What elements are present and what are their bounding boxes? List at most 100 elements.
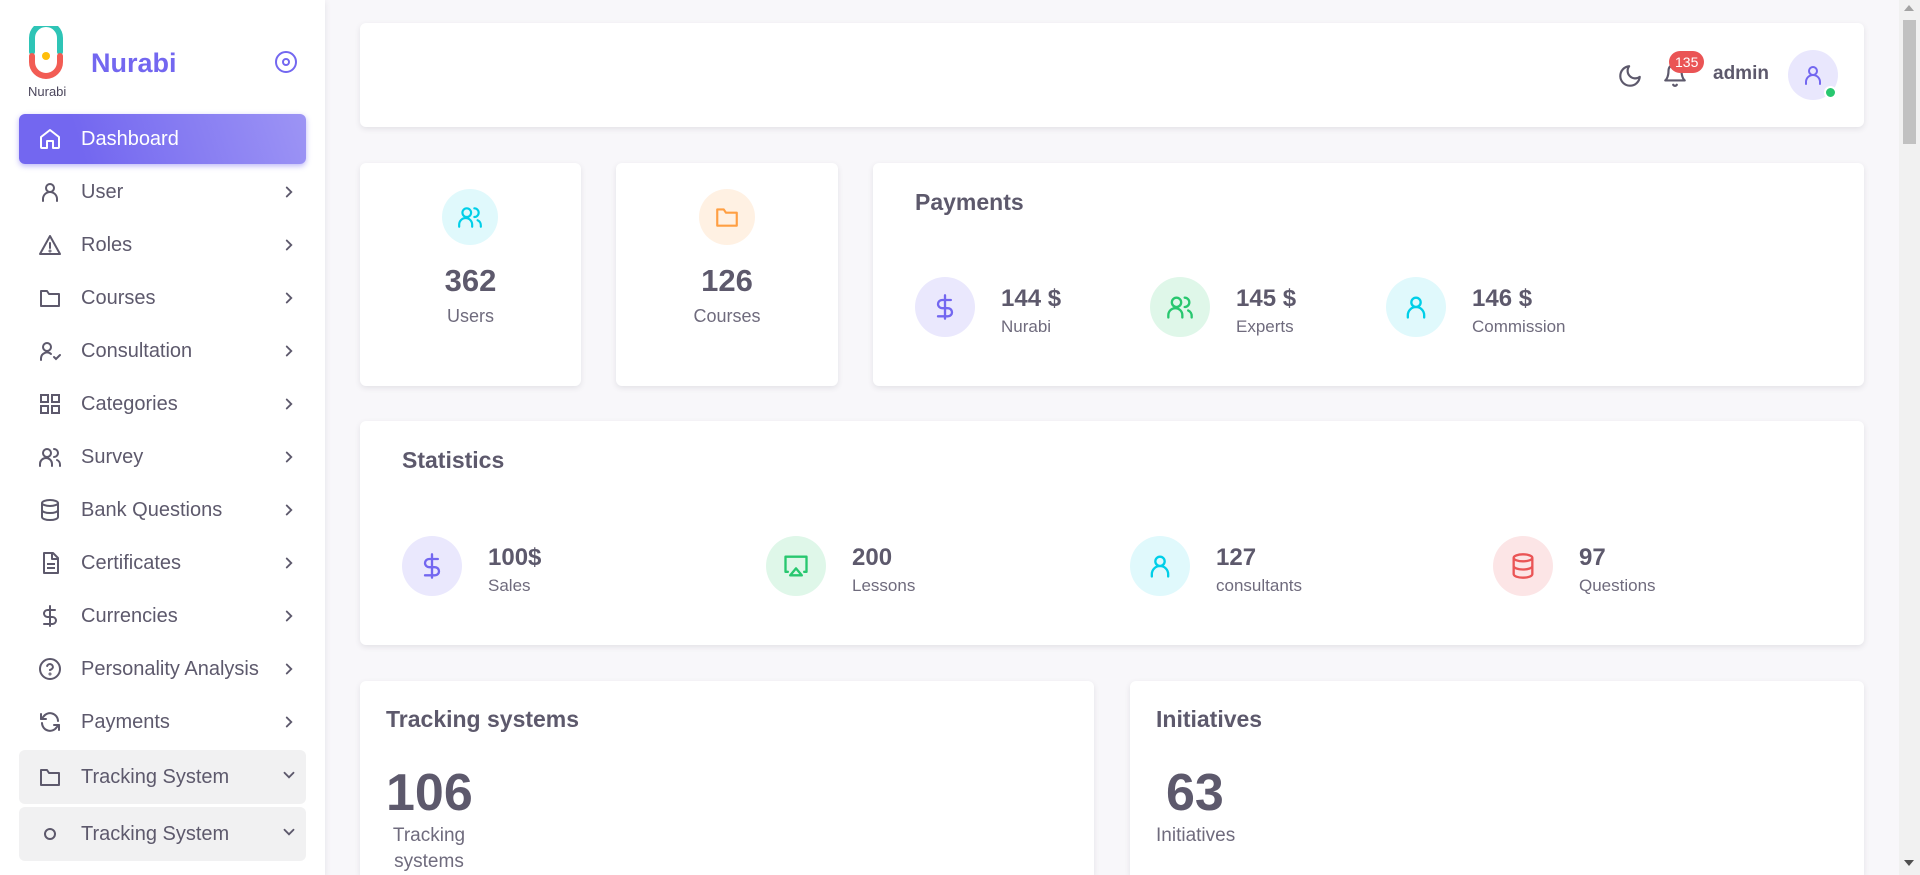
sidebar-menu: Dashboard User Roles Courses Consultatio… [19,114,306,864]
scroll-up-arrow-icon[interactable] [1904,5,1914,11]
cast-icon [766,536,826,596]
tracking-label-line: systems [394,851,464,872]
sidebar-item-user[interactable]: User [19,167,306,217]
home-icon [37,126,63,152]
tracking-systems-card: Tracking systems 106 Tracking systems [360,681,1094,875]
courses-stat-card: 126 Courses [616,163,838,386]
sidebar-item-bank-questions[interactable]: Bank Questions [19,485,306,535]
statistic-label: Lessons [852,576,916,595]
file-text-icon [37,550,63,576]
user-icon [1386,277,1446,337]
sidebar-item-dashboard[interactable]: Dashboard [19,114,306,164]
chevron-down-icon [280,823,298,841]
scroll-down-arrow-icon[interactable] [1904,860,1914,866]
sidebar-item-payments[interactable]: Payments [19,697,306,747]
payment-label: Experts [1236,317,1294,336]
chevron-right-icon [280,501,298,519]
tracking-value: 106 [386,764,473,822]
chevron-right-icon [280,183,298,201]
top-navbar: 135 admin [360,23,1864,127]
sidebar-item-certificates[interactable]: Certificates [19,538,306,588]
sidebar-item-label: Certificates [81,551,182,574]
notification-badge: 135 [1669,51,1705,73]
dollar-icon [37,603,63,629]
card-title: Initiatives [1156,706,1263,732]
page-scrollbar[interactable] [1899,0,1920,875]
stat-label: Courses [693,306,761,326]
help-circle-icon [37,656,63,682]
user-icon [37,179,63,205]
grid-icon [37,391,63,417]
sidebar-item-label: Dashboard [81,127,179,150]
sidebar-item-label: Tracking System [81,822,230,845]
sidebar-item-label: User [81,180,124,203]
database-icon [1493,536,1553,596]
dollar-icon [402,536,462,596]
brand-logo-text: Nurabi [28,84,67,99]
card-title: Payments [915,189,1024,215]
chevron-right-icon [280,395,298,413]
payment-value: 145 $ [1236,285,1297,312]
initiatives-value: 63 [1166,764,1224,822]
statistics-card: Statistics 100$ Sales 200 Lessons 127 co… [360,421,1864,645]
chevron-right-icon [280,554,298,572]
brand[interactable]: Nurabi Nurabi [26,21,306,102]
users-stat-card: 362 Users [360,163,581,386]
refresh-icon [37,709,63,735]
sidebar-item-currencies[interactable]: Currencies [19,591,306,641]
payment-label: Commission [1472,317,1566,336]
stat-label: Users [446,306,494,326]
sidebar-item-label: Currencies [81,604,178,627]
statistic-label: consultants [1216,576,1302,595]
stat-value: 126 [701,263,753,298]
sidebar-item-label: Courses [81,286,156,309]
chevron-right-icon [280,342,298,360]
brand-name: Nurabi [91,48,177,78]
sidebar-item-label: Survey [81,445,144,468]
sidebar-toggle-icon[interactable] [274,50,298,74]
sidebar-item-label: Personality Analysis [81,657,259,680]
tracking-label: Tracking systems [386,823,472,875]
statistic-value: 100$ [488,544,542,571]
initiatives-label: Initiatives [1156,825,1236,846]
tracking-label-line: Tracking [392,825,466,846]
sidebar-item-consultation[interactable]: Consultation [19,326,306,376]
sidebar-item-courses[interactable]: Courses [19,273,306,323]
chevron-down-icon [280,766,298,784]
sidebar-item-label: Bank Questions [81,498,223,521]
statistic-label: Sales [488,576,531,595]
sidebar-item-survey[interactable]: Survey [19,432,306,482]
folder-icon [37,285,63,311]
brand-logo: Nurabi [26,21,78,102]
users-icon [1150,277,1210,337]
sidebar-item-roles[interactable]: Roles [19,220,306,270]
moon-icon[interactable] [1617,63,1643,89]
statistic-value: 97 [1579,544,1606,571]
online-status-dot [1824,86,1837,99]
statistic-label: Questions [1579,576,1656,595]
sidebar-subitem-tracking-system[interactable]: Tracking System [19,807,306,861]
sidebar-item-tracking-system[interactable]: Tracking System [19,750,306,804]
sidebar-item-personality-analysis[interactable]: Personality Analysis [19,644,306,694]
payment-label: Nurabi [1001,317,1052,336]
scrollbar-thumb[interactable] [1903,20,1916,144]
username[interactable]: admin [1713,63,1769,85]
chevron-right-icon [280,713,298,731]
card-title: Tracking systems [386,706,580,732]
sidebar-item-label: Payments [81,710,170,733]
chevron-right-icon [280,448,298,466]
chevron-right-icon [280,607,298,625]
sidebar-item-label: Roles [81,233,133,256]
chevron-right-icon [280,660,298,678]
chevron-right-icon [280,236,298,254]
payment-value: 146 $ [1472,285,1533,312]
circle-icon [37,821,63,847]
statistic-value: 127 [1216,544,1257,571]
stat-value: 362 [444,263,497,298]
sidebar-item-categories[interactable]: Categories [19,379,306,429]
payment-value: 144 $ [1001,285,1062,312]
dollar-icon [915,277,975,337]
folder-icon [37,764,63,790]
database-icon [37,497,63,523]
payments-card: Payments 144 $ Nurabi 145 $ Experts 146 … [873,163,1864,386]
